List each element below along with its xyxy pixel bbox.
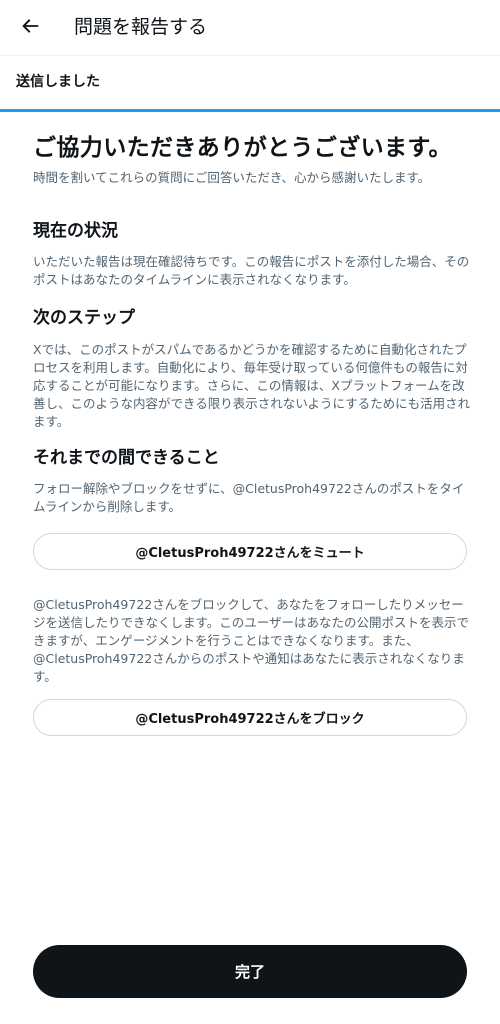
next-steps-text: Xでは、このポストがスパムであるかどうかを確認するために自動化されたプロセスを利… — [33, 342, 471, 429]
done-button[interactable]: 完了 — [33, 945, 467, 998]
mute-description: フォロー解除やブロックをせずに、@CletusProh49722さんのポストをタ… — [33, 481, 465, 514]
progress-bar — [0, 109, 500, 112]
top-bar: 問題を報告する — [0, 0, 500, 56]
tab-sent: 送信しました — [16, 74, 100, 90]
content: ご協力いただきありがとうございます。 時間を割いてこれらの質問にご回答いただき、… — [33, 128, 471, 736]
next-steps-heading: 次のステップ — [33, 308, 135, 328]
meanwhile-heading: それまでの間できること — [33, 448, 220, 468]
back-button[interactable] — [14, 10, 46, 42]
report-complete-screen: 問題を報告する 送信しました ご協力いただきありがとうございます。 時間を割いて… — [0, 0, 500, 1024]
thank-you-title: ご協力いただきありがとうございます。 — [33, 135, 452, 161]
current-status-heading: 現在の状況 — [33, 221, 118, 241]
arrow-left-icon — [22, 19, 39, 33]
header-divider — [0, 55, 500, 56]
current-status-text: いただいた報告は現在確認待ちです。この報告にポストを添付した場合、そのポストはあ… — [33, 254, 470, 287]
block-user-button[interactable]: @CletusProh49722さんをブロック — [33, 699, 467, 736]
thank-you-subtitle: 時間を割いてこれらの質問にご回答いただき、心から感謝いたします。 — [33, 170, 431, 185]
block-description: @CletusProh49722さんをブロックして、あなたをフォローしたりメッセ… — [33, 597, 470, 684]
mute-user-button[interactable]: @CletusProh49722さんをミュート — [33, 533, 467, 570]
page-title: 問題を報告する — [74, 16, 208, 38]
